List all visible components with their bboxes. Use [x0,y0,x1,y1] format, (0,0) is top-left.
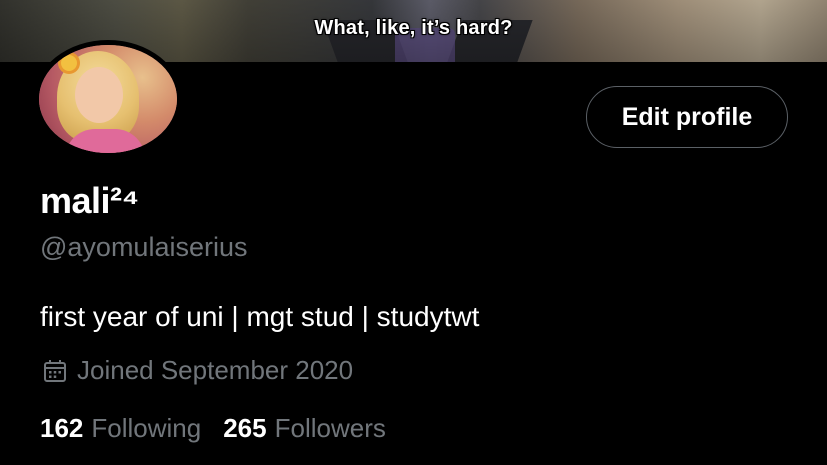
follow-stats: 162 Following 265 Followers [40,413,408,444]
edit-profile-button[interactable]: Edit profile [586,86,788,148]
avatar[interactable] [34,40,182,158]
display-name: mali²⁴ [40,180,139,221]
calendar-icon [44,359,66,382]
followers-label: Followers [274,413,386,443]
profile-bio: first year of uni | mgt stud | studytwt [40,301,480,332]
avatar-flower [61,55,77,71]
following-count: 162 [40,413,84,443]
user-handle: @ayomulaiserius [40,232,248,262]
avatar-face [75,67,123,123]
followers-link[interactable]: 265 Followers [223,413,386,444]
joined-text: Joined September 2020 [77,355,354,385]
joined-date: Joined September 2020 [42,355,353,386]
following-label: Following [91,413,202,443]
banner-subtitle: What, like, it’s hard? [314,17,513,39]
followers-count: 265 [223,413,267,443]
following-link[interactable]: 162 Following [40,413,201,444]
